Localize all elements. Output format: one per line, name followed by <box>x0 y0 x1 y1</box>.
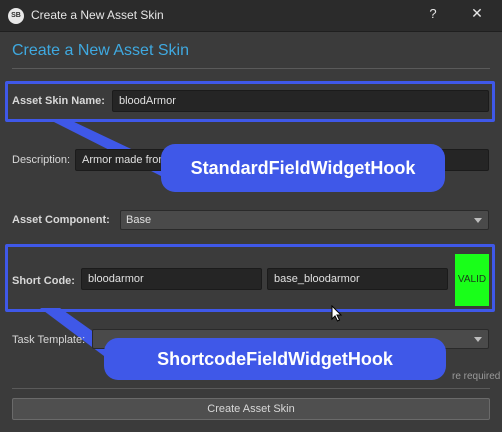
task-template-label: Task Template: <box>12 334 86 346</box>
mouse-cursor-icon <box>331 305 343 322</box>
full-code-field: base_bloodarmor <box>267 268 448 290</box>
create-asset-skin-button[interactable]: Create Asset Skin <box>12 398 490 420</box>
standard-field-callout: StandardFieldWidgetHook <box>161 144 445 192</box>
short-code-label: Short Code: <box>12 275 75 287</box>
asset-skin-name-input[interactable]: bloodArmor <box>112 90 489 112</box>
shortcode-field-callout: ShortcodeFieldWidgetHook <box>104 338 446 380</box>
asset-skin-name-label: Asset Skin Name: <box>12 95 105 107</box>
short-code-input[interactable]: bloodarmor <box>81 268 262 290</box>
asset-component-dropdown[interactable]: Base <box>120 210 489 230</box>
required-fields-note: re required <box>452 371 501 382</box>
valid-status-badge: VALID <box>455 254 489 306</box>
asset-component-value: Base <box>126 214 152 226</box>
asset-component-label: Asset Component: <box>12 214 110 226</box>
footer-divider <box>12 388 490 389</box>
description-label: Description: <box>12 154 71 166</box>
chevron-down-icon <box>474 337 482 342</box>
chevron-down-icon <box>474 218 482 223</box>
